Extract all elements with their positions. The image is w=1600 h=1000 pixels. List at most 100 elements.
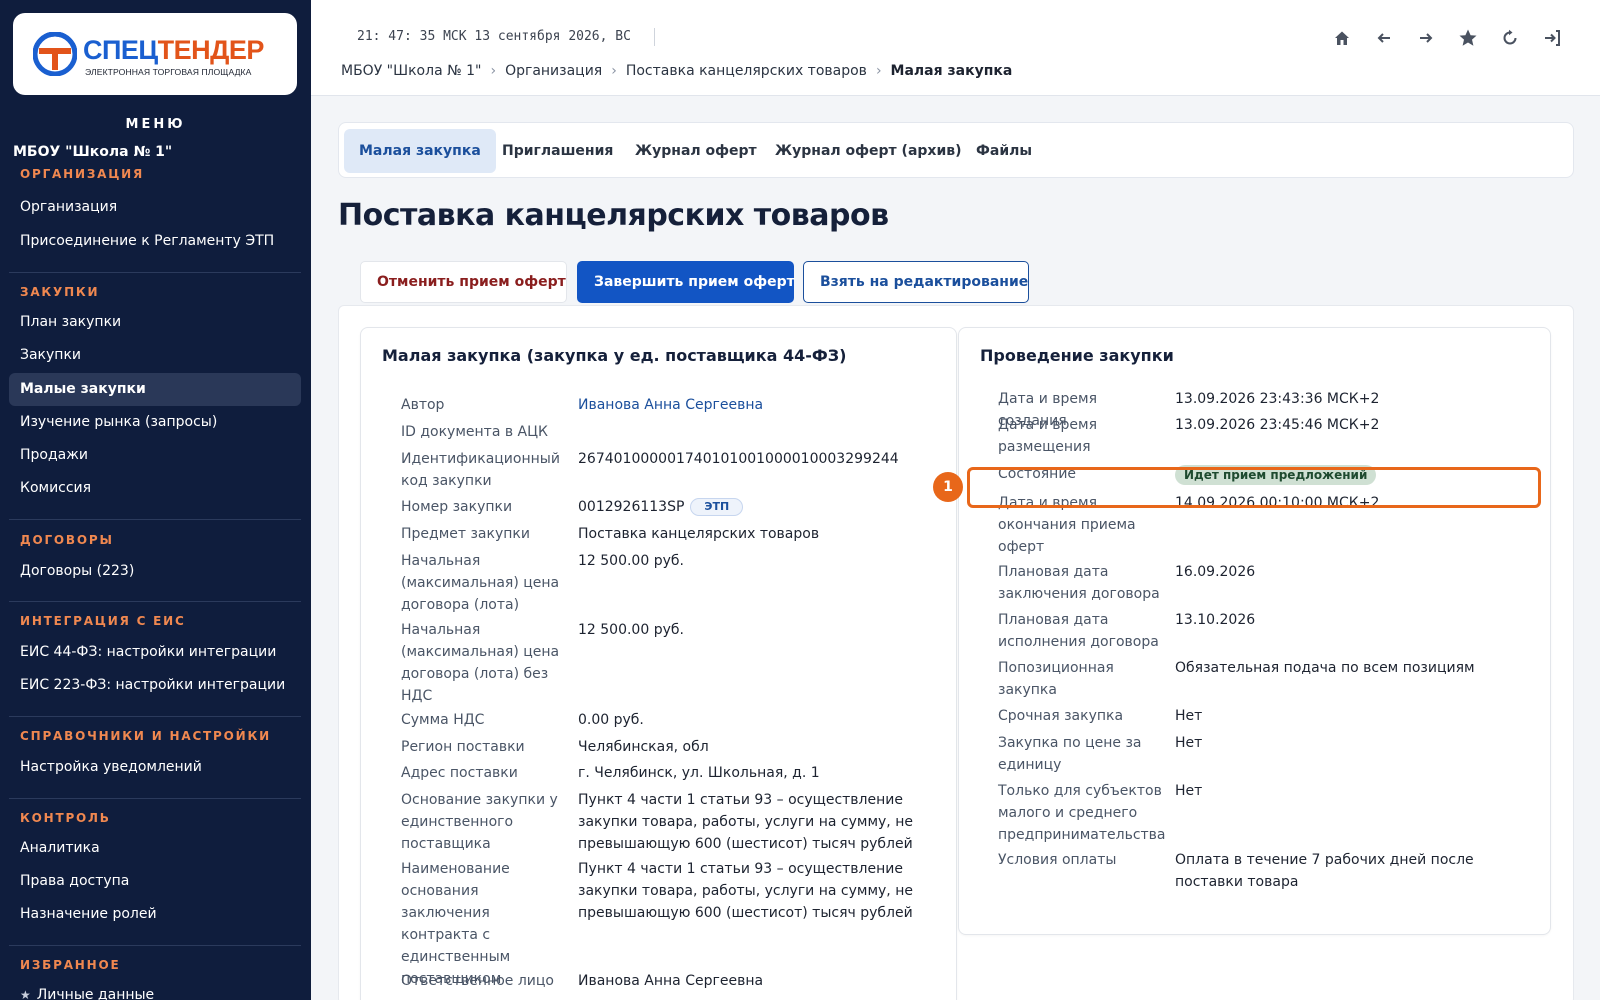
sidebar-item-eis-223[interactable]: ЕИС 223-ФЗ: настройки интеграции xyxy=(9,669,301,702)
sidebar: СПЕЦТЕНДЕР ЭЛЕКТРОННАЯ ТОРГОВАЯ ПЛОЩАДКА… xyxy=(0,0,311,1000)
breadcrumb-procurement[interactable]: Поставка канцелярских товаров xyxy=(626,63,867,79)
sidebar-item-contracts-223[interactable]: Договоры (223) xyxy=(9,555,301,588)
sidebar-item-commission[interactable]: Комиссия xyxy=(9,472,301,505)
breadcrumb-org[interactable]: МБОУ "Школа № 1" xyxy=(341,63,481,79)
sidebar-divider xyxy=(9,272,301,273)
edit-button[interactable]: Взять на редактирование xyxy=(803,261,1029,303)
breadcrumb-separator: › xyxy=(490,63,497,79)
field-label: Начальная (максимальная) цена договора (… xyxy=(401,622,560,704)
sidebar-item-purchase-plan[interactable]: План закупки xyxy=(9,306,301,339)
sidebar-item-eis-44[interactable]: ЕИС 44-ФЗ: настройки интеграции xyxy=(9,636,301,669)
field-value: Нет xyxy=(1175,735,1203,751)
breadcrumb: МБОУ "Школа № 1" › Организация › Поставка ка… xyxy=(341,63,1012,79)
arrow-left-icon[interactable] xyxy=(1372,26,1396,50)
star-icon[interactable] xyxy=(1456,26,1480,50)
sidebar-item-notifications[interactable]: Настройка уведомлений xyxy=(9,751,301,784)
sidebar-divider xyxy=(9,798,301,799)
procurement-process-card: Проведение закупки Дата и время создания… xyxy=(958,327,1551,935)
section-title-organization: ОРГАНИЗАЦИЯ xyxy=(20,167,145,181)
clock: 21: 47: 35 МСК 13 сентября 2026, ВС xyxy=(357,29,631,44)
logo-title: СПЕЦТЕНДЕР xyxy=(83,35,264,65)
field-value: Пункт 4 части 1 статьи 93 – осуществлени… xyxy=(578,792,913,852)
field-label: Ответственное лицо xyxy=(401,973,554,989)
field-label: Срочная закупка xyxy=(998,708,1124,724)
sidebar-item-market-research[interactable]: Изучение рынка (запросы) xyxy=(9,406,301,439)
field-label: Номер закупки xyxy=(401,499,513,515)
field-label: Начальная (максимальная) цена договора (… xyxy=(401,553,560,613)
author-link[interactable]: Иванова Анна Сергеевна xyxy=(578,394,918,416)
sidebar-item-analytics[interactable]: Аналитика xyxy=(9,832,301,865)
field-value: Поставка канцелярских товаров xyxy=(578,526,820,542)
field-value: 12 500.00 руб. xyxy=(578,622,684,638)
tab-files[interactable]: Файлы xyxy=(961,129,1047,173)
field-value: 13.09.2026 23:43:36 МСК+2 xyxy=(1175,391,1380,407)
tab-invitations[interactable]: Приглашения xyxy=(487,129,628,173)
logo[interactable]: СПЕЦТЕНДЕР ЭЛЕКТРОННАЯ ТОРГОВАЯ ПЛОЩАДКА xyxy=(13,13,297,95)
top-bar: 21: 47: 35 МСК 13 сентября 2026, ВС МБОУ… xyxy=(311,0,1600,96)
sidebar-org-name: МБОУ "Школа № 1" xyxy=(13,144,173,160)
field-value: 16.09.2026 xyxy=(1175,564,1256,580)
field-value: г. Челябинск, ул. Школьная, д. 1 xyxy=(578,765,820,781)
field-value: Челябинская, обл xyxy=(578,739,709,755)
sidebar-item-sales[interactable]: Продажи xyxy=(9,439,301,472)
sidebar-item-small-purchases[interactable]: Малые закупки xyxy=(9,373,301,406)
card-title: Проведение закупки xyxy=(980,346,1174,365)
purchase-details-card: Малая закупка (закупка у ед. поставщика … xyxy=(360,327,957,1000)
field-value: 0012926113SP xyxy=(578,499,685,515)
field-label: Адрес поставки xyxy=(401,765,518,781)
field-value: Оплата в течение 7 рабочих дней после по… xyxy=(1175,852,1474,890)
field-label: ID документа в АЦК xyxy=(401,424,548,440)
field-label: Дата и время размещения xyxy=(998,417,1097,455)
breadcrumb-current: Малая закупка xyxy=(890,63,1013,79)
field-value: Нет xyxy=(1175,783,1203,799)
field-value: Обязательная подача по всем позициям xyxy=(1175,660,1475,676)
status-highlight-frame xyxy=(967,467,1541,508)
logo-subtitle: ЭЛЕКТРОННАЯ ТОРГОВАЯ ПЛОЩАДКА xyxy=(85,67,252,77)
breadcrumb-organization[interactable]: Организация xyxy=(505,63,602,79)
breadcrumb-separator: › xyxy=(611,63,617,79)
arrow-right-icon[interactable] xyxy=(1414,26,1438,50)
field-label: Закупка по цене за единицу xyxy=(998,735,1142,773)
star-icon: ★ xyxy=(20,988,31,1000)
sidebar-item-label: Личные данные xyxy=(36,987,155,1000)
section-title-contracts: ДОГОВОРЫ xyxy=(20,533,114,547)
etp-badge: ЭТП xyxy=(690,498,744,516)
field-value: 13.09.2026 23:45:46 МСК+2 xyxy=(1175,417,1380,433)
page-title: Поставка канцелярских товаров xyxy=(338,198,889,233)
section-title-favorites: ИЗБРАННОЕ xyxy=(20,958,121,972)
sidebar-divider xyxy=(9,716,301,717)
logout-icon[interactable] xyxy=(1540,26,1564,50)
section-title-settings: СПРАВОЧНИКИ И НАСТРОЙКИ xyxy=(20,729,271,743)
field-label: Сумма НДС xyxy=(401,712,485,728)
sidebar-divider xyxy=(9,519,301,520)
field-value: 13.10.2026 xyxy=(1175,612,1256,628)
tab-bar: Малая закупка Приглашения Журнал оферт Ж… xyxy=(338,122,1574,178)
toolbar-icons xyxy=(1330,26,1564,50)
field-label: Плановая дата заключения договора xyxy=(998,564,1160,602)
sidebar-item-organization[interactable]: Организация xyxy=(9,191,301,224)
field-value: Иванова Анна Сергеевна xyxy=(578,973,764,989)
tab-small-purchase[interactable]: Малая закупка xyxy=(344,129,496,173)
sidebar-item-roles[interactable]: Назначение ролей xyxy=(9,898,301,931)
sidebar-item-purchases[interactable]: Закупки xyxy=(9,339,301,372)
finish-offers-button[interactable]: Завершить прием оферт xyxy=(577,261,795,303)
field-label: Идентификационный код закупки xyxy=(401,451,560,489)
tab-offers-archive[interactable]: Журнал оферт (архив) xyxy=(760,129,977,173)
field-label: Условия оплаты xyxy=(998,852,1117,868)
field-value: 12 500.00 руб. xyxy=(578,553,684,569)
field-value: Пункт 4 части 1 статьи 93 – осуществлени… xyxy=(578,861,913,921)
cancel-offers-button[interactable]: Отменить прием оферт xyxy=(360,261,567,303)
field-label: Предмет закупки xyxy=(401,526,530,542)
purchase-number: 0012926113SP ЭТП xyxy=(578,496,918,518)
sidebar-item-access-rights[interactable]: Права доступа xyxy=(9,865,301,898)
home-icon[interactable] xyxy=(1330,26,1354,50)
refresh-icon[interactable] xyxy=(1498,26,1522,50)
sidebar-divider xyxy=(9,601,301,602)
sidebar-item-regulation[interactable]: Присоединение к Регламенту ЭТП xyxy=(9,225,301,258)
tab-offers-log[interactable]: Журнал оферт xyxy=(620,129,772,173)
field-label: Попозиционная закупка xyxy=(998,660,1114,698)
sidebar-item-personal-data[interactable]: ★ Личные данные xyxy=(9,979,301,1000)
section-title-control: КОНТРОЛЬ xyxy=(20,811,111,825)
sidebar-divider xyxy=(9,945,301,946)
field-label: Регион поставки xyxy=(401,739,525,755)
